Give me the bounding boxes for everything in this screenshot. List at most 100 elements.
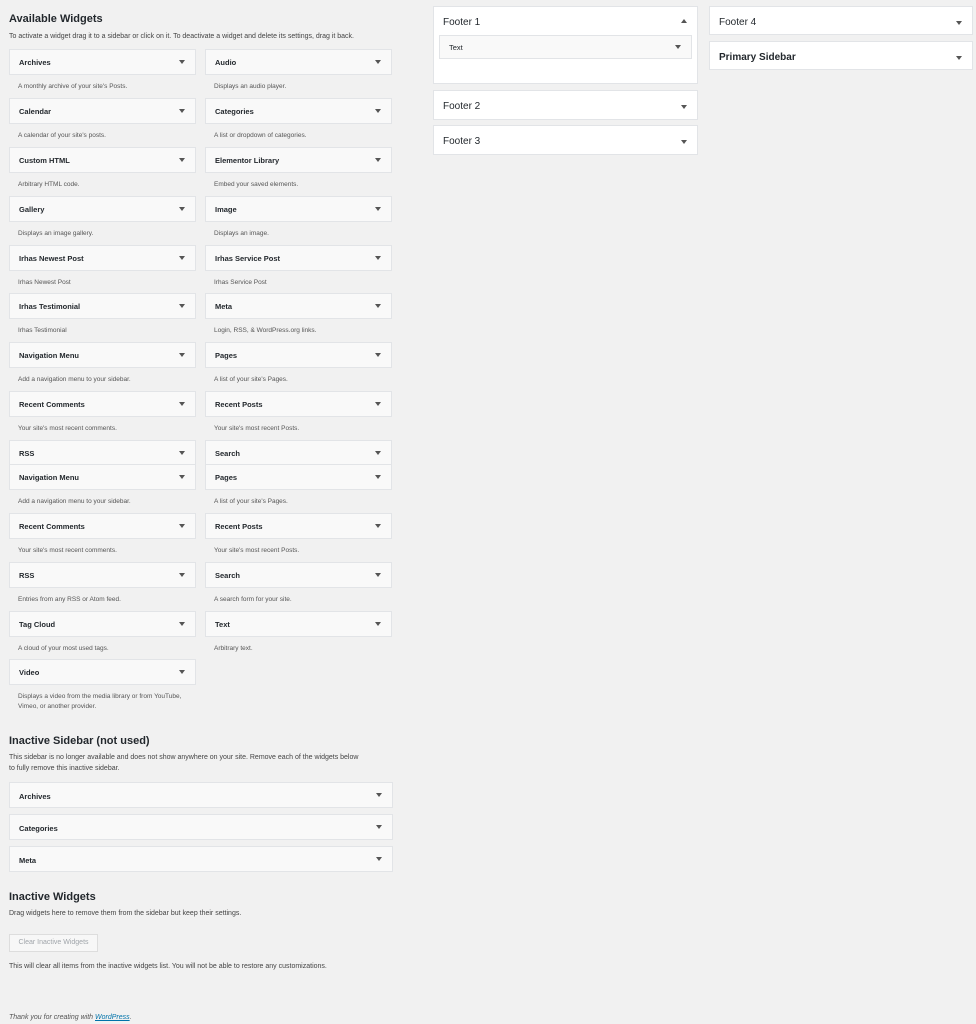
widget-item[interactable]: Pages (205, 464, 392, 490)
chevron-down-icon[interactable] (375, 622, 381, 626)
widget-title: Search (215, 571, 241, 580)
chevron-down-icon[interactable] (179, 304, 185, 308)
widget-description: Add a navigation menu to your sidebar. (18, 376, 131, 383)
chevron-down-icon[interactable] (681, 140, 687, 144)
inactive-widget-meta[interactable]: Meta (9, 846, 393, 872)
inactive-widget-categories[interactable]: Categories (9, 814, 393, 840)
chevron-down-icon[interactable] (375, 402, 381, 406)
widget-item[interactable]: Categories (205, 98, 392, 124)
widget-description: A list or dropdown of categories. (214, 132, 307, 139)
chevron-down-icon[interactable] (179, 573, 185, 577)
chevron-down-icon[interactable] (375, 60, 381, 64)
chevron-down-icon[interactable] (675, 45, 681, 49)
chevron-down-icon[interactable] (179, 109, 185, 113)
sidebar-title: Footer 4 (719, 17, 757, 28)
widget-title: Categories (19, 824, 58, 833)
widget-item[interactable]: RSS (9, 562, 196, 588)
chevron-down-icon[interactable] (375, 158, 381, 162)
sidebar-footer-3[interactable]: Footer 3 (433, 125, 698, 155)
widget-description: Your site's most recent comments. (18, 547, 117, 554)
widget-item[interactable]: Archives (9, 49, 196, 75)
sidebar-title: Primary Sidebar (719, 52, 796, 63)
chevron-down-icon[interactable] (179, 475, 185, 479)
clear-inactive-widgets-button[interactable]: Clear Inactive Widgets (9, 934, 98, 952)
widget-description: Displays a video from the media library … (18, 693, 182, 710)
footer-credit-prefix: Thank you for creating with (9, 1014, 95, 1021)
chevron-down-icon[interactable] (376, 825, 382, 829)
widget-title: Gallery (19, 205, 45, 214)
chevron-down-icon[interactable] (179, 207, 185, 211)
widget-item[interactable]: Video (9, 659, 196, 685)
widget-title: Video (19, 668, 40, 677)
sidebar-widget-text[interactable]: Text (439, 35, 692, 59)
chevron-down-icon[interactable] (375, 451, 381, 455)
chevron-down-icon[interactable] (375, 475, 381, 479)
widget-item[interactable]: Tag Cloud (9, 611, 196, 637)
widget-item[interactable]: Navigation Menu (9, 342, 196, 368)
sidebar-footer-4[interactable]: Footer 4 (709, 6, 973, 35)
inactive-widgets-description: Drag widgets here to remove them from th… (9, 910, 242, 917)
widget-description: Irhas Newest Post (18, 279, 71, 286)
widget-description: Arbitrary HTML code. (18, 181, 80, 188)
widget-item[interactable]: Recent Comments (9, 391, 196, 417)
widget-item[interactable]: Elementor Library (205, 147, 392, 173)
sidebar-footer-1[interactable]: Footer 1 Text (433, 6, 698, 84)
chevron-down-icon[interactable] (375, 573, 381, 577)
wordpress-link[interactable]: WordPress (95, 1014, 130, 1021)
chevron-down-icon[interactable] (375, 207, 381, 211)
chevron-down-icon[interactable] (179, 402, 185, 406)
widget-item[interactable]: Image (205, 196, 392, 222)
chevron-down-icon[interactable] (376, 793, 382, 797)
chevron-down-icon[interactable] (375, 353, 381, 357)
chevron-down-icon[interactable] (375, 524, 381, 528)
widget-item[interactable]: Recent Comments (9, 513, 196, 539)
widget-item[interactable]: Audio (205, 49, 392, 75)
chevron-down-icon[interactable] (179, 60, 185, 64)
widget-item[interactable]: Recent Posts (205, 513, 392, 539)
widget-item[interactable]: Irhas Testimonial (9, 293, 196, 319)
chevron-down-icon[interactable] (179, 353, 185, 357)
sidebar-primary[interactable]: Primary Sidebar (709, 41, 973, 70)
clear-inactive-note: This will clear all items from the inact… (9, 963, 327, 970)
inactive-sidebar-description-1: This sidebar is no longer available and … (9, 754, 359, 761)
chevron-up-icon[interactable] (681, 19, 687, 23)
sidebar-title: Footer 2 (443, 101, 481, 112)
widget-title: Pages (215, 351, 238, 360)
widget-item[interactable]: RSS (9, 440, 196, 466)
chevron-down-icon[interactable] (179, 670, 185, 674)
widget-title: Pages (215, 473, 238, 482)
sidebar-footer-2[interactable]: Footer 2 (433, 90, 698, 120)
widget-description: Embed your saved elements. (214, 181, 299, 188)
widget-item[interactable]: Gallery (9, 196, 196, 222)
widget-description: Irhas Service Post (214, 279, 267, 286)
chevron-down-icon[interactable] (956, 56, 962, 60)
chevron-down-icon[interactable] (179, 524, 185, 528)
chevron-down-icon[interactable] (179, 451, 185, 455)
footer-credit: Thank you for creating with WordPress. (9, 1014, 132, 1021)
widget-item[interactable]: Text (205, 611, 392, 637)
widget-item[interactable]: Irhas Service Post (205, 245, 392, 271)
widget-title: Text (449, 43, 463, 52)
chevron-down-icon[interactable] (375, 256, 381, 260)
widget-title: Custom HTML (19, 156, 70, 165)
chevron-down-icon[interactable] (179, 622, 185, 626)
chevron-down-icon[interactable] (376, 857, 382, 861)
widget-item[interactable]: Calendar (9, 98, 196, 124)
chevron-down-icon[interactable] (179, 256, 185, 260)
widget-item[interactable]: Navigation Menu (9, 464, 196, 490)
chevron-down-icon[interactable] (681, 105, 687, 109)
widget-item[interactable]: Search (205, 562, 392, 588)
widget-item[interactable]: Pages (205, 342, 392, 368)
footer-credit-suffix: . (129, 1014, 132, 1021)
widget-item[interactable]: Recent Posts (205, 391, 392, 417)
widget-item[interactable]: Custom HTML (9, 147, 196, 173)
chevron-down-icon[interactable] (956, 21, 962, 25)
widget-title: Archives (19, 58, 51, 67)
chevron-down-icon[interactable] (179, 158, 185, 162)
inactive-widget-archives[interactable]: Archives (9, 782, 393, 808)
widget-item[interactable]: Meta (205, 293, 392, 319)
chevron-down-icon[interactable] (375, 109, 381, 113)
widget-item[interactable]: Irhas Newest Post (9, 245, 196, 271)
chevron-down-icon[interactable] (375, 304, 381, 308)
widget-item[interactable]: Search (205, 440, 392, 466)
